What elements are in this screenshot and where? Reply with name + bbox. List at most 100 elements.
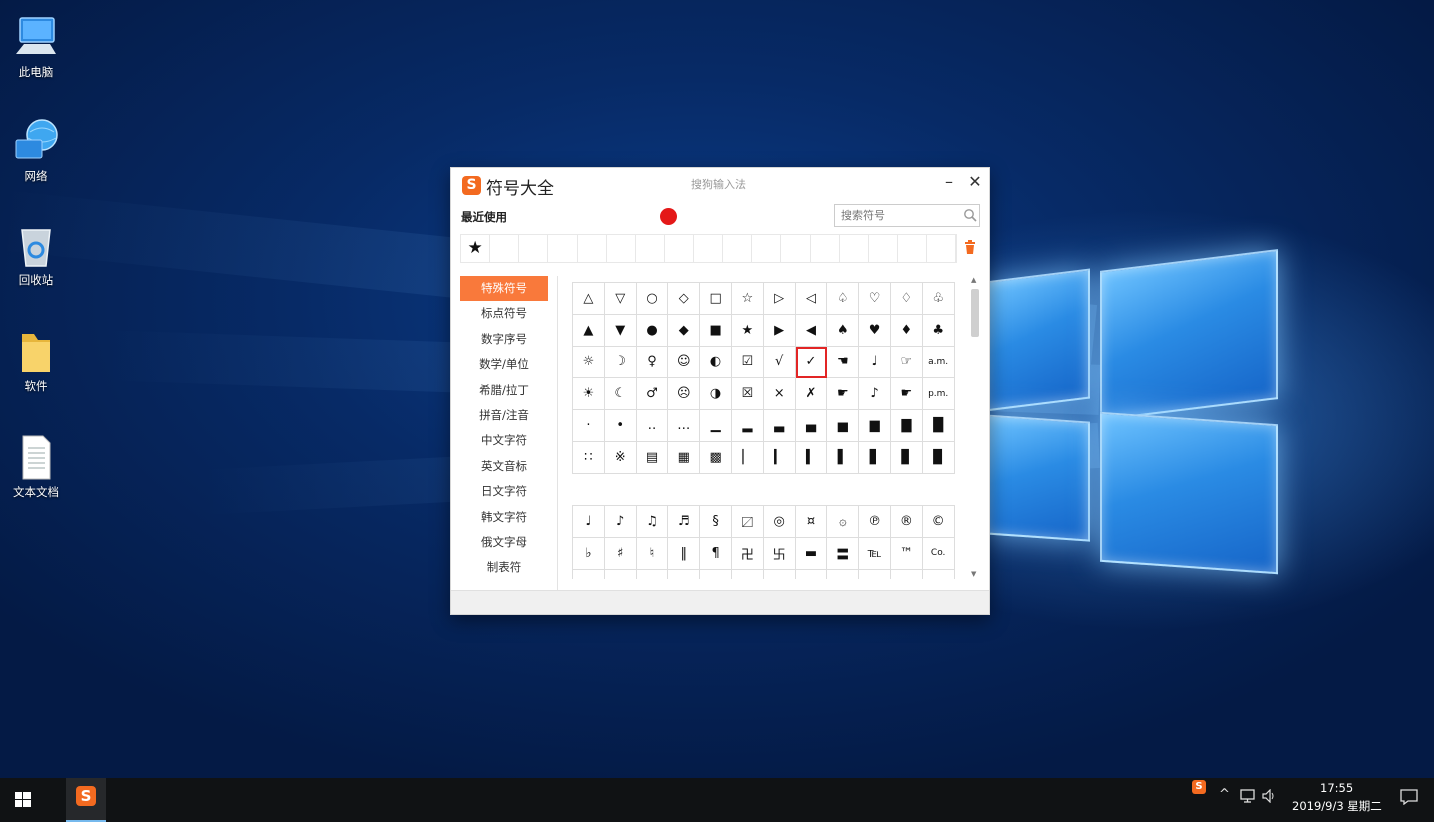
symbol-cell[interactable]: ▼: [604, 314, 637, 347]
recent-symbol-cell[interactable]: [665, 235, 694, 262]
symbol-cell[interactable]: ♩: [573, 506, 605, 538]
symbol-cell[interactable]: ★: [731, 314, 764, 347]
symbol-cell[interactable]: ©: [922, 506, 955, 538]
notification-center-icon[interactable]: [1400, 789, 1418, 805]
symbol-cell[interactable]: ■: [700, 314, 732, 347]
category-item[interactable]: 制表符: [460, 555, 548, 580]
symbol-cell[interactable]: √: [763, 346, 796, 379]
symbol-cell[interactable]: a.m.: [922, 346, 955, 379]
symbol-cell[interactable]: §: [700, 506, 732, 538]
symbol-cell[interactable]: ♬: [668, 506, 701, 538]
symbol-cell[interactable]: ◐: [700, 346, 732, 379]
symbol-cell[interactable]: ◎: [763, 506, 796, 538]
symbol-cell[interactable]: ◀: [795, 314, 828, 347]
recent-symbol-cell[interactable]: [723, 235, 753, 262]
symbol-cell[interactable]: [827, 569, 860, 579]
volume-icon[interactable]: [1262, 789, 1278, 803]
symbol-cell[interactable]: ▦: [668, 441, 701, 474]
symbol-cell[interactable]: ▎: [763, 441, 796, 474]
symbol-cell[interactable]: ☛: [827, 378, 860, 411]
symbol-cell[interactable]: ▅: [827, 410, 860, 442]
close-button[interactable]: ✕: [965, 172, 985, 194]
symbol-cell[interactable]: ▍: [795, 441, 828, 474]
symbol-cell[interactable]: ¶: [700, 537, 732, 570]
symbol-cell[interactable]: ▬: [795, 537, 828, 570]
symbol-cell[interactable]: [637, 569, 669, 579]
scroll-up-arrow-icon[interactable]: ▲: [971, 276, 976, 284]
search-input[interactable]: [834, 204, 980, 227]
recent-symbol-cell[interactable]: [781, 235, 811, 262]
recent-symbol-cell[interactable]: [752, 235, 782, 262]
clock-time[interactable]: 17:55: [1320, 781, 1353, 795]
symbol-cell[interactable]: ♥: [859, 314, 891, 347]
desktop-icon-text-document[interactable]: 文本文档: [8, 434, 64, 500]
category-item[interactable]: 英文音标: [460, 454, 548, 479]
symbol-cell[interactable]: ♀: [636, 346, 669, 379]
recent-symbol-cell[interactable]: [811, 235, 840, 262]
symbol-cell[interactable]: [923, 569, 955, 579]
symbol-cell[interactable]: ※: [604, 441, 637, 474]
symbol-cell[interactable]: ◆: [668, 314, 701, 347]
recent-symbol-cell[interactable]: [869, 235, 898, 262]
symbol-cell[interactable]: ✗: [795, 378, 828, 411]
category-item[interactable]: 韩文字符: [460, 505, 548, 530]
symbol-cell[interactable]: 卍: [731, 537, 764, 570]
clear-recent-trash-icon[interactable]: [964, 240, 976, 254]
minimize-button[interactable]: –: [939, 172, 959, 194]
category-item[interactable]: 中文字符: [460, 428, 548, 453]
symbol-cell[interactable]: 〼: [731, 506, 764, 538]
symbol-cell[interactable]: ☀: [573, 378, 605, 411]
symbol-cell[interactable]: ♡: [859, 283, 891, 315]
recent-symbol-cell[interactable]: [490, 235, 520, 262]
symbol-cell[interactable]: △: [573, 283, 605, 315]
symbol-cell[interactable]: ♤: [827, 283, 860, 315]
symbol-cell[interactable]: ♠: [827, 314, 860, 347]
symbol-cell[interactable]: ×: [763, 378, 796, 411]
symbol-cell[interactable]: ☒: [731, 378, 764, 411]
symbol-cell[interactable]: ▶: [763, 314, 796, 347]
recent-symbol-cell[interactable]: [694, 235, 724, 262]
symbol-cell[interactable]: ☆: [731, 283, 764, 315]
symbol-cell[interactable]: ▂: [731, 410, 764, 442]
recent-symbol-cell[interactable]: [898, 235, 927, 262]
tray-chevron-icon[interactable]: ^: [1219, 787, 1230, 802]
symbol-cell[interactable]: ☾: [604, 378, 637, 411]
symbol-cell[interactable]: ▷: [763, 283, 796, 315]
symbol-cell[interactable]: [700, 569, 732, 579]
symbol-cell[interactable]: ▤: [636, 441, 669, 474]
symbol-cell[interactable]: ♢: [890, 283, 923, 315]
category-item[interactable]: 俄文字母: [460, 530, 548, 555]
symbol-cell[interactable]: ▽: [604, 283, 637, 315]
start-button[interactable]: [0, 778, 46, 822]
symbol-cell[interactable]: □: [700, 283, 732, 315]
recent-symbol-cell[interactable]: [607, 235, 636, 262]
symbol-cell[interactable]: ™: [890, 537, 923, 570]
window-titlebar[interactable]: S 符号大全 搜狗输入法 – ✕: [451, 168, 989, 202]
category-item[interactable]: 日文字符: [460, 479, 548, 504]
symbol-cell[interactable]: ♪: [859, 378, 891, 411]
symbol-cell[interactable]: [796, 569, 828, 579]
taskbar-sogou-app[interactable]: S: [66, 778, 106, 822]
category-item[interactable]: 拼音/注音: [460, 403, 548, 428]
symbol-cell[interactable]: ℗: [859, 506, 891, 538]
symbol-cell[interactable]: ☞: [890, 346, 923, 379]
symbol-cell[interactable]: ☛: [890, 378, 923, 411]
symbol-cell[interactable]: ♧: [922, 283, 955, 315]
symbol-cell[interactable]: ▏: [731, 441, 764, 474]
symbol-cell[interactable]: ◑: [700, 378, 732, 411]
recent-symbol-cell[interactable]: [519, 235, 549, 262]
symbol-cell[interactable]: ♭: [573, 537, 605, 570]
symbol-cell[interactable]: Co.: [922, 537, 955, 570]
symbol-cell[interactable]: ۞: [827, 506, 860, 538]
symbol-cell[interactable]: ▋: [859, 441, 891, 474]
symbol-cell[interactable]: p.m.: [922, 378, 955, 411]
symbol-cell[interactable]: [605, 569, 637, 579]
symbol-cell[interactable]: ☼: [573, 346, 605, 379]
desktop-icon-network[interactable]: 网络: [8, 118, 64, 184]
desktop-icon-this-pc[interactable]: 此电脑: [8, 14, 64, 80]
symbol-cell[interactable]: …: [668, 410, 701, 442]
symbol-cell[interactable]: ▆: [859, 410, 891, 442]
symbol-cell[interactable]: ♮: [636, 537, 669, 570]
symbol-cell[interactable]: ♯: [604, 537, 637, 570]
recent-symbol-cell[interactable]: [548, 235, 578, 262]
